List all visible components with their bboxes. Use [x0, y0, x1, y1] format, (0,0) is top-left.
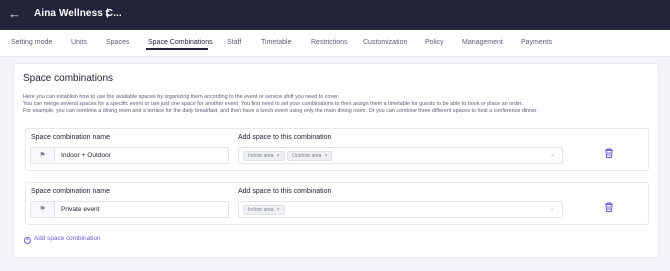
trash-icon[interactable] — [603, 147, 615, 159]
page-title: Space combinations — [23, 73, 114, 84]
combination-name-input[interactable] — [61, 150, 221, 161]
space-label: Add space to this combination — [238, 134, 332, 141]
name-label: Space combination name — [31, 188, 110, 195]
add-space-combination-link[interactable]: + Add space combination — [24, 235, 100, 244]
combination-name-field[interactable]: ⚑ — [30, 201, 229, 218]
tab-timetable[interactable]: Timetable — [261, 39, 291, 46]
combination-name-input[interactable] — [61, 204, 221, 215]
tab-spaces[interactable]: Spaces — [106, 39, 129, 46]
name-label: Space combination name — [31, 134, 110, 141]
space-combinations-card: Space combinations Here you can establis… — [13, 63, 659, 258]
tab-restrictions[interactable]: Restrictions — [311, 39, 348, 46]
combination-row: Space combination name Add space to this… — [25, 128, 649, 171]
tab-staff[interactable]: Staff — [227, 39, 241, 46]
space-chip: Outdoor area × — [287, 151, 333, 161]
tab-customization[interactable]: Customization — [363, 39, 407, 46]
space-select[interactable]: Indoor area × Outdoor area × ⌄ — [238, 147, 563, 164]
tab-policy[interactable]: Policy — [425, 39, 444, 46]
tab-payments[interactable]: Payments — [521, 39, 552, 46]
combination-name-field[interactable]: ⚑ — [30, 147, 229, 164]
description-line: Here you can establish how to use the av… — [23, 94, 340, 100]
remove-chip-icon[interactable]: × — [277, 207, 280, 213]
space-select[interactable]: Indoor area × ⌄ — [238, 201, 563, 218]
description-line: For example, you can combine a dining ro… — [23, 108, 539, 114]
back-arrow-icon[interactable]: ← — [8, 6, 22, 22]
flag-icon: ⚑ — [31, 148, 55, 163]
tab-management[interactable]: Management — [462, 39, 503, 46]
combination-row: Space combination name Add space to this… — [25, 182, 649, 225]
flag-icon: ⚑ — [31, 202, 55, 217]
tab-setting-mode[interactable]: Setting mode — [11, 39, 52, 46]
remove-chip-icon[interactable]: × — [324, 153, 327, 159]
trash-icon[interactable] — [603, 201, 615, 213]
chevron-down-icon[interactable]: ⌄ — [550, 151, 555, 158]
chevron-down-icon[interactable]: ⌄ — [550, 205, 555, 212]
active-tab-indicator — [146, 48, 208, 50]
plus-circle-icon: + — [24, 237, 31, 244]
space-chip: Indoor area × — [243, 205, 285, 215]
top-bar: ← Aina Wellness C... ▲ ▼ — [0, 0, 670, 30]
chevron-up-down-icon[interactable]: ▲ ▼ — [104, 7, 111, 20]
tab-space-combinations[interactable]: Space Combinations — [148, 39, 213, 46]
description-line: You can merge several spaces for a speci… — [23, 101, 523, 107]
remove-chip-icon[interactable]: × — [277, 153, 280, 159]
settings-tabs: Setting mode Units Spaces Space Combinat… — [0, 30, 670, 57]
tab-units[interactable]: Units — [71, 39, 87, 46]
space-label: Add space to this combination — [238, 188, 332, 195]
space-chip: Indoor area × — [243, 151, 285, 161]
